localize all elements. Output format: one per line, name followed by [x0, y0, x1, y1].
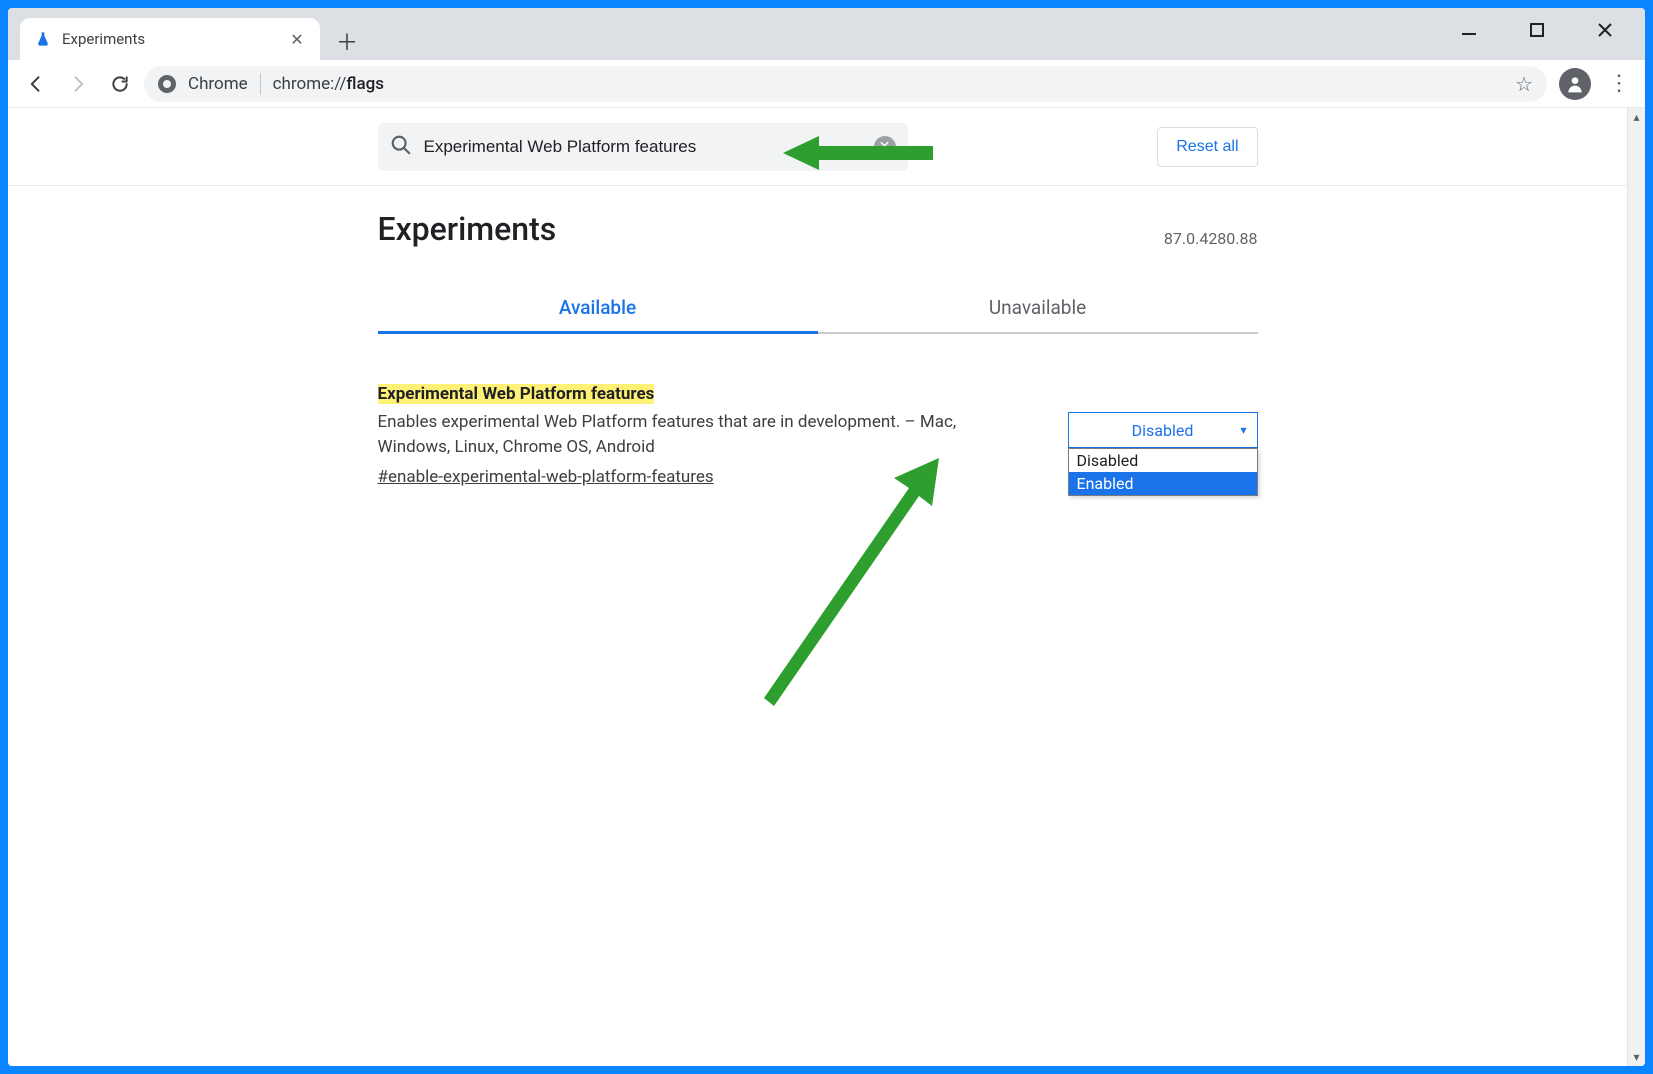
search-input[interactable] — [424, 137, 862, 157]
window-controls — [1449, 14, 1639, 46]
close-window-button[interactable] — [1585, 14, 1625, 46]
tab-available[interactable]: Available — [378, 284, 818, 334]
reload-button[interactable] — [102, 66, 138, 102]
browser-tab[interactable]: Experiments ✕ — [20, 18, 320, 60]
browser-toolbar: Chrome chrome://flags ☆ ⋮ — [8, 60, 1645, 108]
url-scheme-label: Chrome — [188, 74, 248, 94]
maximize-button[interactable] — [1517, 14, 1557, 46]
flask-icon — [34, 30, 52, 48]
search-row: ✕ Reset all — [8, 109, 1627, 186]
scroll-up-icon[interactable]: ▴ — [1628, 108, 1645, 126]
flag-dropdown: Disabled Enabled — [1068, 448, 1258, 496]
header-row: Experiments 87.0.4280.88 — [8, 186, 1627, 258]
flag-item: Experimental Web Platform features Enabl… — [8, 334, 1627, 487]
bookmark-star-icon[interactable]: ☆ — [1515, 72, 1533, 96]
tabs-row: Available Unavailable — [8, 284, 1627, 334]
option-disabled[interactable]: Disabled — [1069, 449, 1257, 472]
tab-unavailable[interactable]: Unavailable — [818, 284, 1258, 334]
flag-title-highlight: Experimental Web Platform features — [378, 384, 655, 404]
flag-control: Disabled ▾ Disabled Enabled — [1068, 412, 1258, 487]
tab-strip: Experiments ✕ ＋ — [8, 8, 1645, 60]
search-box[interactable]: ✕ — [378, 123, 908, 171]
flag-text: Experimental Web Platform features Enabl… — [378, 384, 1044, 487]
flag-select-value: Disabled — [1132, 421, 1194, 440]
close-tab-icon[interactable]: ✕ — [288, 30, 306, 48]
tab-title: Experiments — [62, 30, 278, 48]
new-tab-button[interactable]: ＋ — [332, 26, 362, 56]
flag-title: Experimental Web Platform features — [378, 384, 655, 404]
url-path: flags — [346, 74, 384, 94]
forward-button[interactable] — [60, 66, 96, 102]
flag-description: Enables experimental Web Platform featur… — [378, 410, 1008, 459]
address-bar[interactable]: Chrome chrome://flags ☆ — [144, 66, 1547, 102]
page-title: Experiments — [378, 210, 557, 248]
kebab-menu-icon[interactable]: ⋮ — [1603, 68, 1635, 100]
reset-all-button[interactable]: Reset all — [1157, 127, 1257, 167]
scrollbar[interactable]: ▴ ▾ — [1627, 108, 1645, 1066]
page-content: ✕ Reset all Experiments 87.0.4280.88 Ava… — [8, 108, 1645, 1066]
chrome-icon — [158, 75, 176, 93]
browser-window: Experiments ✕ ＋ Chrome — [8, 8, 1645, 1066]
divider — [260, 73, 261, 95]
scroll-down-icon[interactable]: ▾ — [1628, 1048, 1645, 1066]
url-prefix: chrome:// — [273, 74, 347, 94]
minimize-button[interactable] — [1449, 14, 1489, 46]
option-enabled[interactable]: Enabled — [1069, 472, 1257, 495]
flag-select[interactable]: Disabled ▾ — [1068, 412, 1258, 448]
flags-page: ✕ Reset all Experiments 87.0.4280.88 Ava… — [8, 108, 1627, 1066]
clear-search-icon[interactable]: ✕ — [874, 136, 896, 158]
annotation-arrow-icon — [764, 458, 964, 718]
profile-button[interactable] — [1559, 68, 1591, 100]
url-text: chrome://flags — [273, 74, 384, 94]
flag-anchor-link[interactable]: #enable-experimental-web-platform-featur… — [378, 467, 714, 487]
chevron-down-icon: ▾ — [1240, 423, 1246, 437]
version-label: 87.0.4280.88 — [1164, 229, 1258, 248]
back-button[interactable] — [18, 66, 54, 102]
search-icon — [390, 134, 412, 160]
